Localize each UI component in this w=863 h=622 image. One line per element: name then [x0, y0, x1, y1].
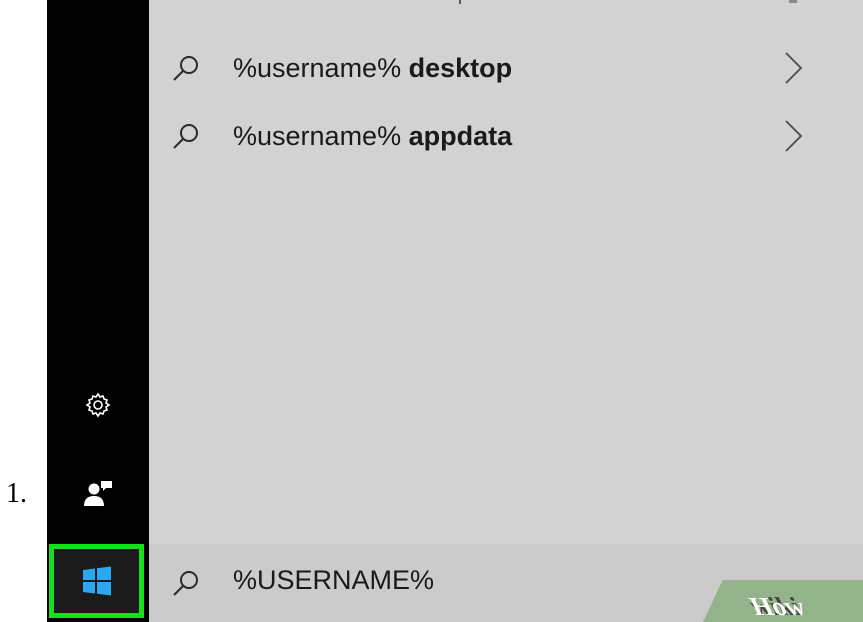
scrolled-result-edge [149, 0, 863, 10]
start-menu-rail [47, 0, 149, 622]
search-icon [173, 124, 198, 149]
search-icon [173, 571, 198, 596]
search-panel: %username% desktop %username% appdata %U… [149, 0, 863, 622]
search-result-desktop[interactable]: %username% desktop [149, 38, 863, 98]
result-label: %username% desktop [233, 52, 513, 83]
search-result-appdata[interactable]: %username% appdata [149, 106, 863, 166]
settings-button[interactable] [47, 380, 149, 430]
chevron-right-icon[interactable] [783, 50, 805, 86]
start-button[interactable] [49, 544, 144, 618]
account-button[interactable] [47, 470, 149, 516]
search-input[interactable]: %USERNAME% [233, 565, 434, 596]
chevron-right-icon[interactable] [783, 118, 805, 154]
result-label: %username% appdata [233, 120, 513, 151]
gear-icon [85, 392, 111, 418]
windows-logo-icon [82, 566, 111, 596]
wikihow-watermark: wiki How [703, 580, 863, 622]
person-icon [84, 481, 112, 506]
search-icon [173, 56, 198, 81]
step-number: 1. [6, 478, 27, 509]
